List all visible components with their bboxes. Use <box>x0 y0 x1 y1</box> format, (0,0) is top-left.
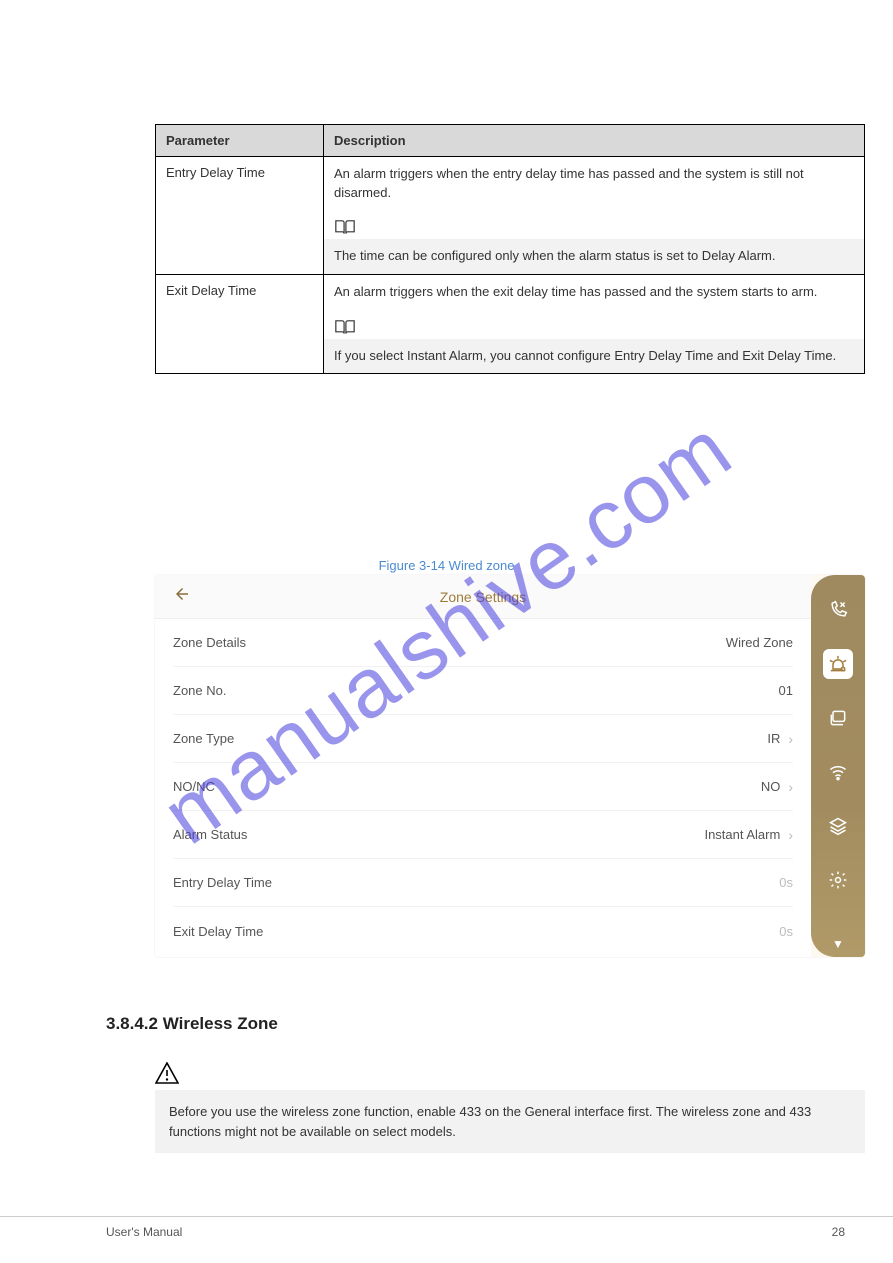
warning-icon <box>155 1062 179 1084</box>
row-value: 0s <box>779 924 793 939</box>
page-footer: User's Manual 28 <box>0 1216 893 1225</box>
desc-text: An alarm triggers when the exit delay ti… <box>334 283 854 302</box>
windows-icon[interactable] <box>823 703 853 733</box>
device-title: Zone Settings <box>155 589 811 605</box>
row-label: Zone Details <box>173 635 246 650</box>
alarm-icon[interactable] <box>823 649 853 679</box>
chevron-right-icon: › <box>788 731 793 747</box>
chevron-right-icon: › <box>788 779 793 795</box>
section-heading: 3.8.4.2 Wireless Zone <box>106 1014 278 1034</box>
row-label: Zone No. <box>173 683 226 698</box>
row-value: Instant Alarm› <box>704 827 793 843</box>
list-item[interactable]: Alarm Status Instant Alarm› <box>173 811 793 859</box>
row-label: Entry Delay Time <box>173 875 272 890</box>
list-item[interactable]: Zone Type IR› <box>173 715 793 763</box>
param-cell: Entry Delay Time <box>156 157 324 275</box>
row-value: IR› <box>767 731 793 747</box>
settings-list: Zone Details Wired Zone Zone No. 01 Zone… <box>155 619 811 957</box>
row-label: Zone Type <box>173 731 234 746</box>
phone-icon[interactable] <box>823 595 853 625</box>
list-item: Exit Delay Time 0s <box>173 907 793 955</box>
row-label: Alarm Status <box>173 827 247 842</box>
row-label: Exit Delay Time <box>173 924 263 939</box>
wifi-icon[interactable] <box>823 757 853 787</box>
back-icon[interactable] <box>173 585 191 608</box>
chevron-down-icon[interactable]: ▼ <box>832 937 844 951</box>
device-titlebar: Zone Settings <box>155 575 811 619</box>
chevron-right-icon: › <box>788 827 793 843</box>
layers-icon[interactable] <box>823 811 853 841</box>
desc-cell: An alarm triggers when the entry delay t… <box>324 157 865 275</box>
list-item[interactable]: Zone Details Wired Zone <box>173 619 793 667</box>
footer-page-number: 28 <box>832 1225 845 1239</box>
table-header-parameter: Parameter <box>156 125 324 157</box>
caution-box: Before you use the wireless zone functio… <box>155 1090 865 1153</box>
device-main-panel: Zone Settings Zone Details Wired Zone Zo… <box>155 575 811 957</box>
row-label: NO/NC <box>173 779 215 794</box>
figure-caption: Figure 3-14 Wired zone <box>0 558 893 573</box>
list-item[interactable]: NO/NC NO› <box>173 763 793 811</box>
desc-text: An alarm triggers when the entry delay t… <box>334 165 854 203</box>
device-sidebar: ▼ <box>811 575 865 957</box>
desc-cell: An alarm triggers when the exit delay ti… <box>324 275 865 374</box>
row-value: Wired Zone <box>726 635 793 650</box>
row-value: 01 <box>779 683 793 698</box>
note-icon <box>334 319 356 335</box>
param-cell: Exit Delay Time <box>156 275 324 374</box>
table-row: Entry Delay Time An alarm triggers when … <box>156 157 865 275</box>
parameter-table: Parameter Description Entry Delay Time A… <box>155 124 865 374</box>
table-header-description: Description <box>324 125 865 157</box>
note-icon <box>334 219 356 235</box>
note-box: The time can be configured only when the… <box>324 239 864 274</box>
table-row: Exit Delay Time An alarm triggers when t… <box>156 275 865 374</box>
row-value: 0s <box>779 875 793 890</box>
note-box: If you select Instant Alarm, you cannot … <box>324 339 864 374</box>
list-item: Entry Delay Time 0s <box>173 859 793 907</box>
row-value: NO› <box>761 779 793 795</box>
footer-left: User's Manual <box>106 1225 182 1239</box>
gear-icon[interactable] <box>823 865 853 895</box>
device-screenshot: Zone Settings Zone Details Wired Zone Zo… <box>155 575 865 957</box>
list-item[interactable]: Zone No. 01 <box>173 667 793 715</box>
